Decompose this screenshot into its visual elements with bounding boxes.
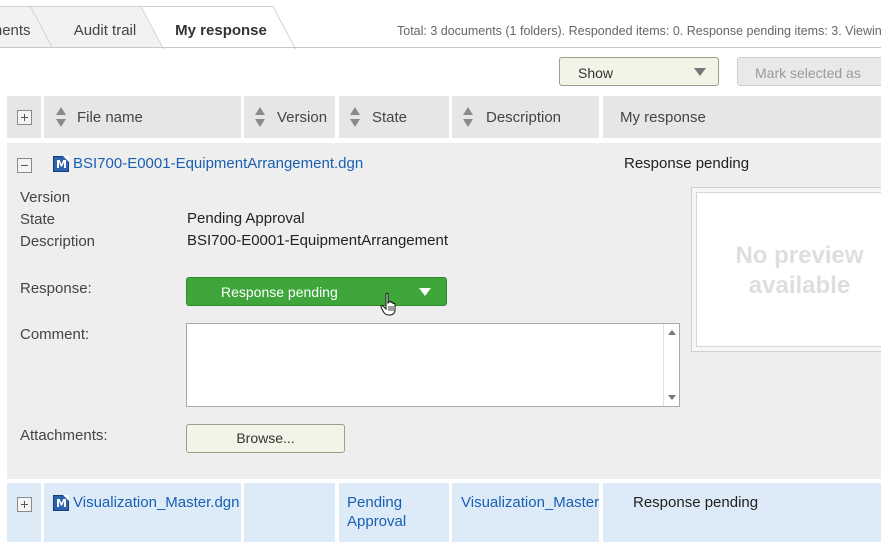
header-version-label: Version	[277, 109, 328, 126]
hand-cursor-icon	[380, 292, 396, 316]
header-state[interactable]: State	[339, 96, 449, 138]
tab-my-response-label: My response	[175, 22, 267, 39]
table-row-cell	[7, 483, 41, 542]
header-description-label: Description	[486, 109, 562, 126]
sort-icon[interactable]	[463, 107, 473, 129]
table-row-cell: Pending Approval	[339, 483, 449, 542]
chevron-down-icon	[694, 68, 706, 76]
tab-documents-label: ments	[0, 22, 31, 39]
scroll-up-icon[interactable]	[668, 330, 676, 335]
state-label: State	[20, 211, 56, 228]
browse-button[interactable]: Browse...	[186, 424, 345, 453]
header-expand-cell	[7, 96, 41, 138]
collapse-icon[interactable]	[17, 158, 32, 173]
chevron-down-icon	[419, 288, 431, 296]
no-preview-text: No preview available	[735, 242, 864, 299]
expand-all-icon[interactable]	[17, 110, 32, 125]
table-row-cell: Response pending	[603, 483, 881, 542]
response-dropdown-label: Response pending	[221, 284, 338, 300]
tab-audit-trail-label: Audit trail	[73, 22, 137, 39]
header-my-response-label: My response	[620, 109, 706, 126]
state-value-line2[interactable]: Approval	[347, 513, 406, 530]
comment-label: Comment:	[20, 326, 90, 343]
header-file-name[interactable]: File name	[44, 96, 241, 138]
sort-icon[interactable]	[255, 107, 265, 129]
expand-row-icon[interactable]	[17, 497, 32, 512]
description-link[interactable]: Visualization_Master	[461, 494, 599, 511]
comment-textarea[interactable]	[186, 323, 680, 407]
header-state-label: State	[372, 109, 408, 126]
header-description[interactable]: Description	[452, 96, 599, 138]
show-dropdown[interactable]: Show	[559, 57, 719, 86]
table-row-cell: M Visualization_Master.dgn	[44, 483, 241, 542]
state-value-line1[interactable]: Pending	[347, 494, 402, 511]
file-name-link[interactable]: BSI700-E0001-EquipmentArrangement.dgn	[73, 155, 363, 172]
dgn-file-icon: M	[53, 495, 69, 511]
my-response-value: Response pending	[624, 155, 750, 172]
state-value: Pending Approval	[187, 210, 305, 227]
attachments-label: Attachments:	[20, 427, 108, 444]
comment-scrollbar[interactable]	[663, 324, 679, 406]
dgn-file-icon: M	[53, 156, 69, 172]
scroll-down-icon[interactable]	[668, 395, 676, 400]
table-row-cell: Visualization_Master	[452, 483, 599, 542]
response-dropdown[interactable]: Response pending	[186, 277, 447, 306]
sort-icon[interactable]	[350, 107, 360, 129]
header-version[interactable]: Version	[244, 96, 335, 138]
tab-divider	[0, 47, 881, 48]
response-label: Response:	[20, 280, 92, 297]
tab-my-response[interactable]: My response	[140, 6, 296, 49]
file-name-link[interactable]: Visualization_Master.dgn	[73, 494, 240, 511]
mark-selected-button[interactable]: Mark selected as	[737, 57, 881, 86]
description-label: Description	[20, 233, 96, 250]
show-dropdown-label: Show	[578, 65, 614, 81]
sort-icon[interactable]	[56, 107, 66, 129]
version-label: Version	[20, 189, 71, 206]
preview-frame: No preview available	[691, 187, 881, 352]
description-value: BSI700-E0001-EquipmentArrangement	[187, 232, 448, 249]
mark-selected-label: Mark selected as	[755, 65, 861, 81]
tab-bar: ments Audit trail My response Total: 3 d…	[0, 0, 881, 49]
table-row-cell	[244, 483, 335, 542]
preview-area: No preview available	[696, 192, 881, 347]
my-response-value: Response pending	[633, 494, 759, 511]
summary-text: Total: 3 documents (1 folders). Responde…	[397, 24, 881, 38]
header-my-response[interactable]: My response	[603, 96, 881, 138]
header-file-name-label: File name	[77, 109, 143, 126]
